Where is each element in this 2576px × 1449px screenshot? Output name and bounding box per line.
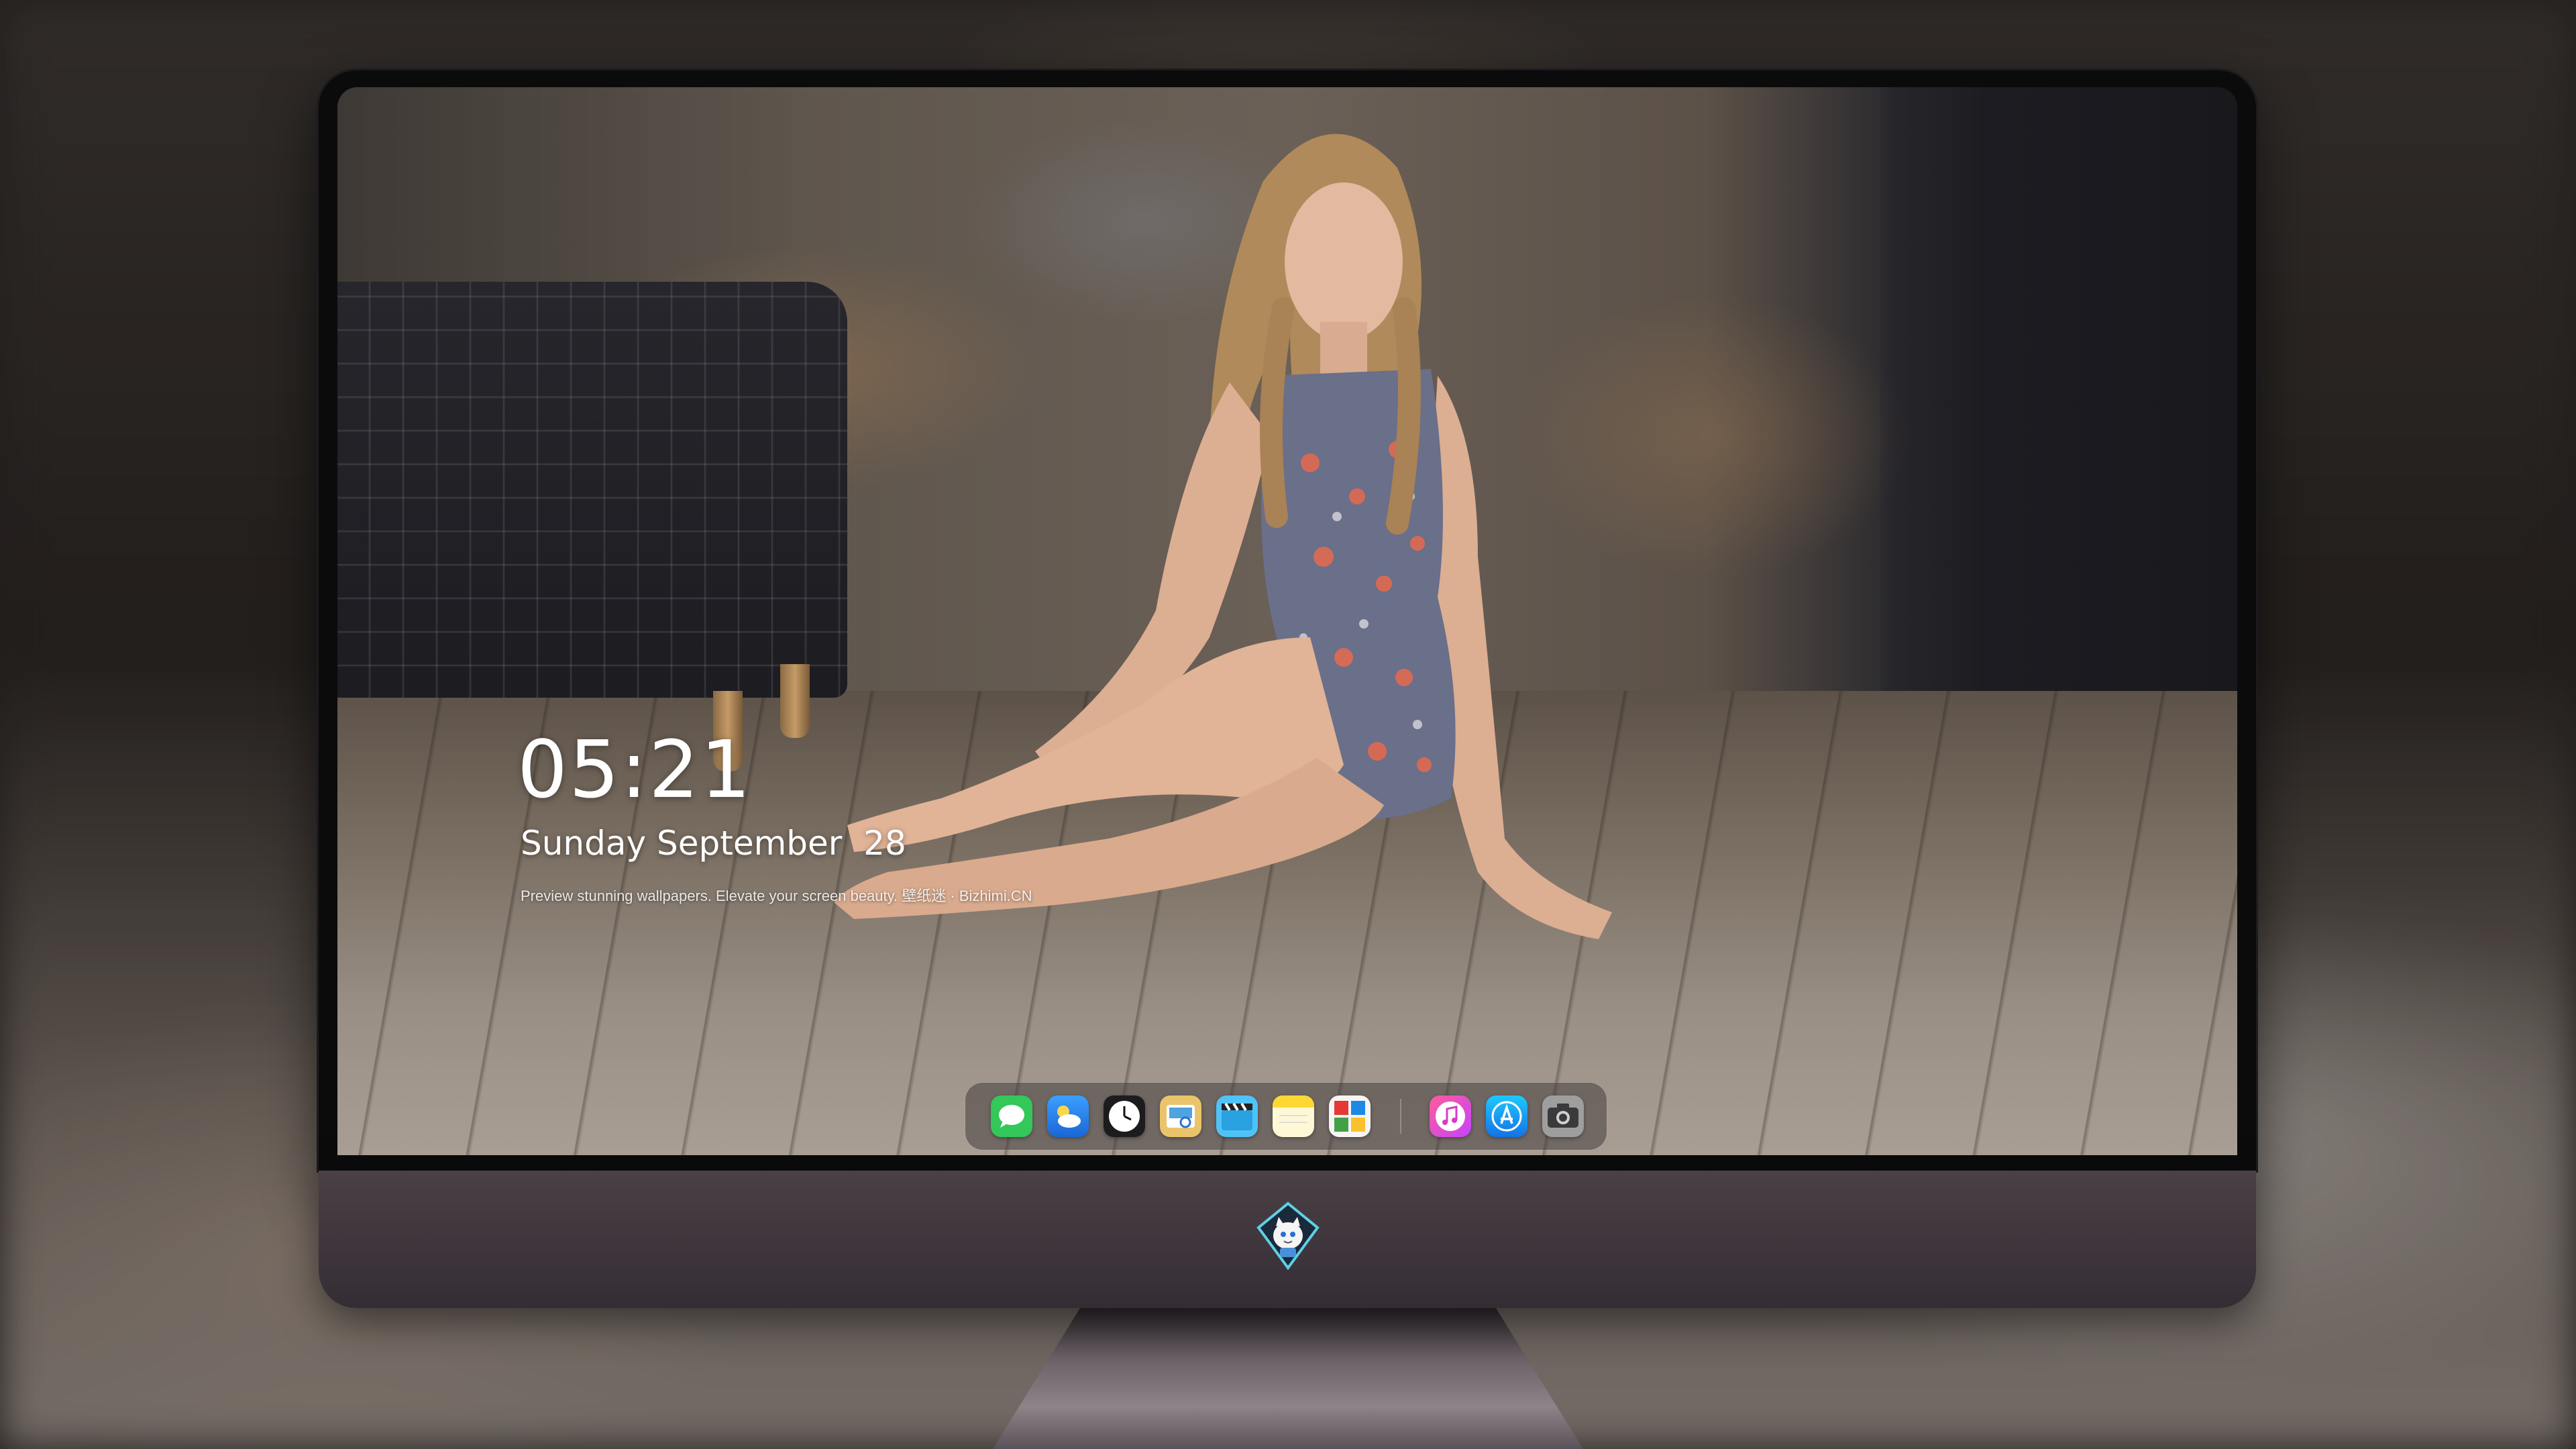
- dock: [965, 1083, 1607, 1150]
- photo-booth-icon[interactable]: [1329, 1095, 1371, 1137]
- lockscreen-date: Sunday September 28: [521, 824, 906, 863]
- clock-icon[interactable]: [1104, 1095, 1145, 1137]
- preview-icon[interactable]: [1160, 1095, 1201, 1137]
- lockscreen-tagline: Preview stunning wallpapers. Elevate you…: [521, 888, 1032, 904]
- dock-separator: [1400, 1099, 1401, 1134]
- wallpaper-figure: [834, 133, 1612, 939]
- notes-icon[interactable]: [1273, 1095, 1314, 1137]
- app-store-icon[interactable]: [1486, 1095, 1527, 1137]
- desktop-screen: 05:21 Sunday September 28 Preview stunni…: [337, 87, 2237, 1155]
- clips-icon[interactable]: [1216, 1095, 1258, 1137]
- weather-icon[interactable]: [1047, 1095, 1089, 1137]
- cat-mascot-logo-icon: [1256, 1201, 1320, 1271]
- camera-icon[interactable]: [1542, 1095, 1584, 1137]
- monitor-stand: [993, 1308, 1583, 1449]
- messages-icon[interactable]: [991, 1095, 1032, 1137]
- itunes-icon[interactable]: [1430, 1095, 1471, 1137]
- lockscreen-time: 05:21: [517, 723, 753, 816]
